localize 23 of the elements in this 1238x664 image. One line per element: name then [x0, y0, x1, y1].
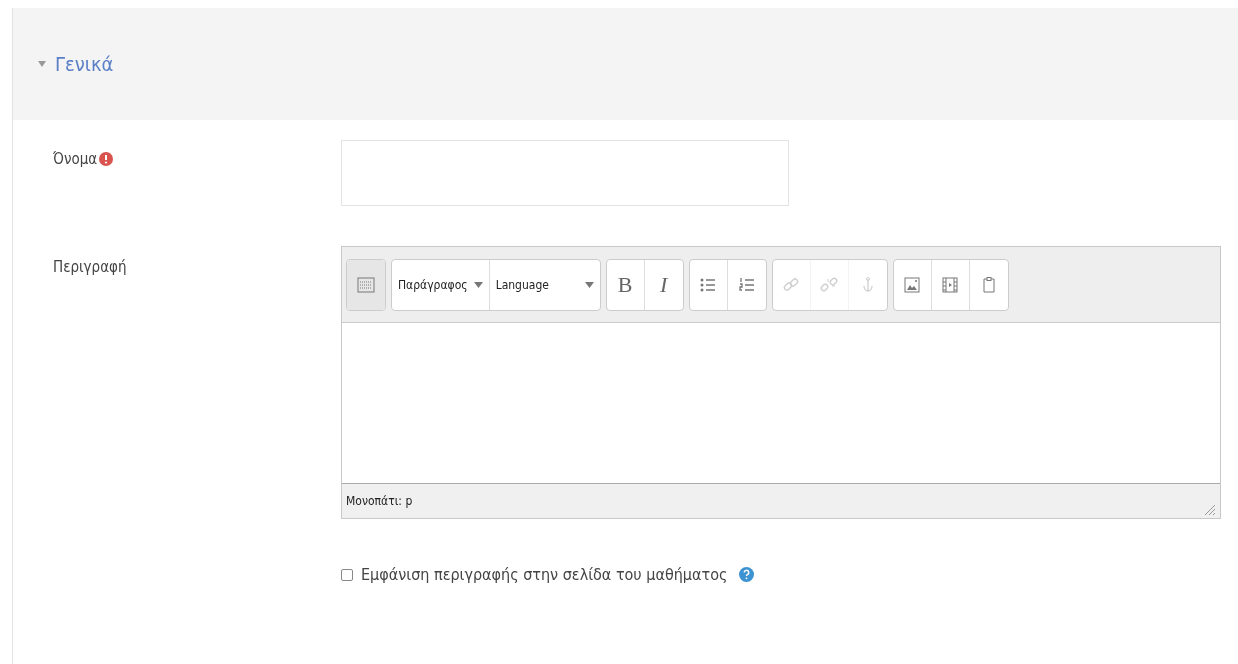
bold-button[interactable]: B	[606, 259, 645, 310]
checkbox-label[interactable]: Εμφάνιση περιγραφής στην σελίδα του μαθήματος	[361, 565, 728, 584]
checkbox[interactable]	[341, 568, 353, 581]
toolbar-toggle-icon	[357, 275, 375, 294]
unlink-icon	[820, 275, 839, 294]
format-dropdown[interactable]: Language	[489, 259, 600, 310]
name-input[interactable]	[341, 140, 789, 206]
dropdown-caret-icon	[584, 281, 594, 288]
dropdown-caret-icon	[473, 281, 483, 288]
field-label: Περιγραφή	[53, 258, 127, 276]
format-dropdown[interactable]: Παράγραφος	[392, 259, 490, 310]
image-icon	[903, 275, 922, 294]
section-title[interactable]: Γενικά	[55, 52, 114, 76]
element-path: Μονοπάτι: p	[346, 494, 413, 508]
numbered-list-icon	[737, 275, 756, 294]
film-icon	[941, 275, 960, 294]
field-label: Όνομα	[53, 150, 98, 168]
resize-grip-icon[interactable]	[1204, 504, 1216, 516]
link-icon	[782, 275, 801, 294]
help-icon[interactable]	[739, 567, 755, 582]
collapse-caret-icon[interactable]	[37, 59, 47, 69]
italic-button[interactable]: I	[644, 259, 683, 310]
toolbar-toggle-button[interactable]	[347, 259, 385, 310]
